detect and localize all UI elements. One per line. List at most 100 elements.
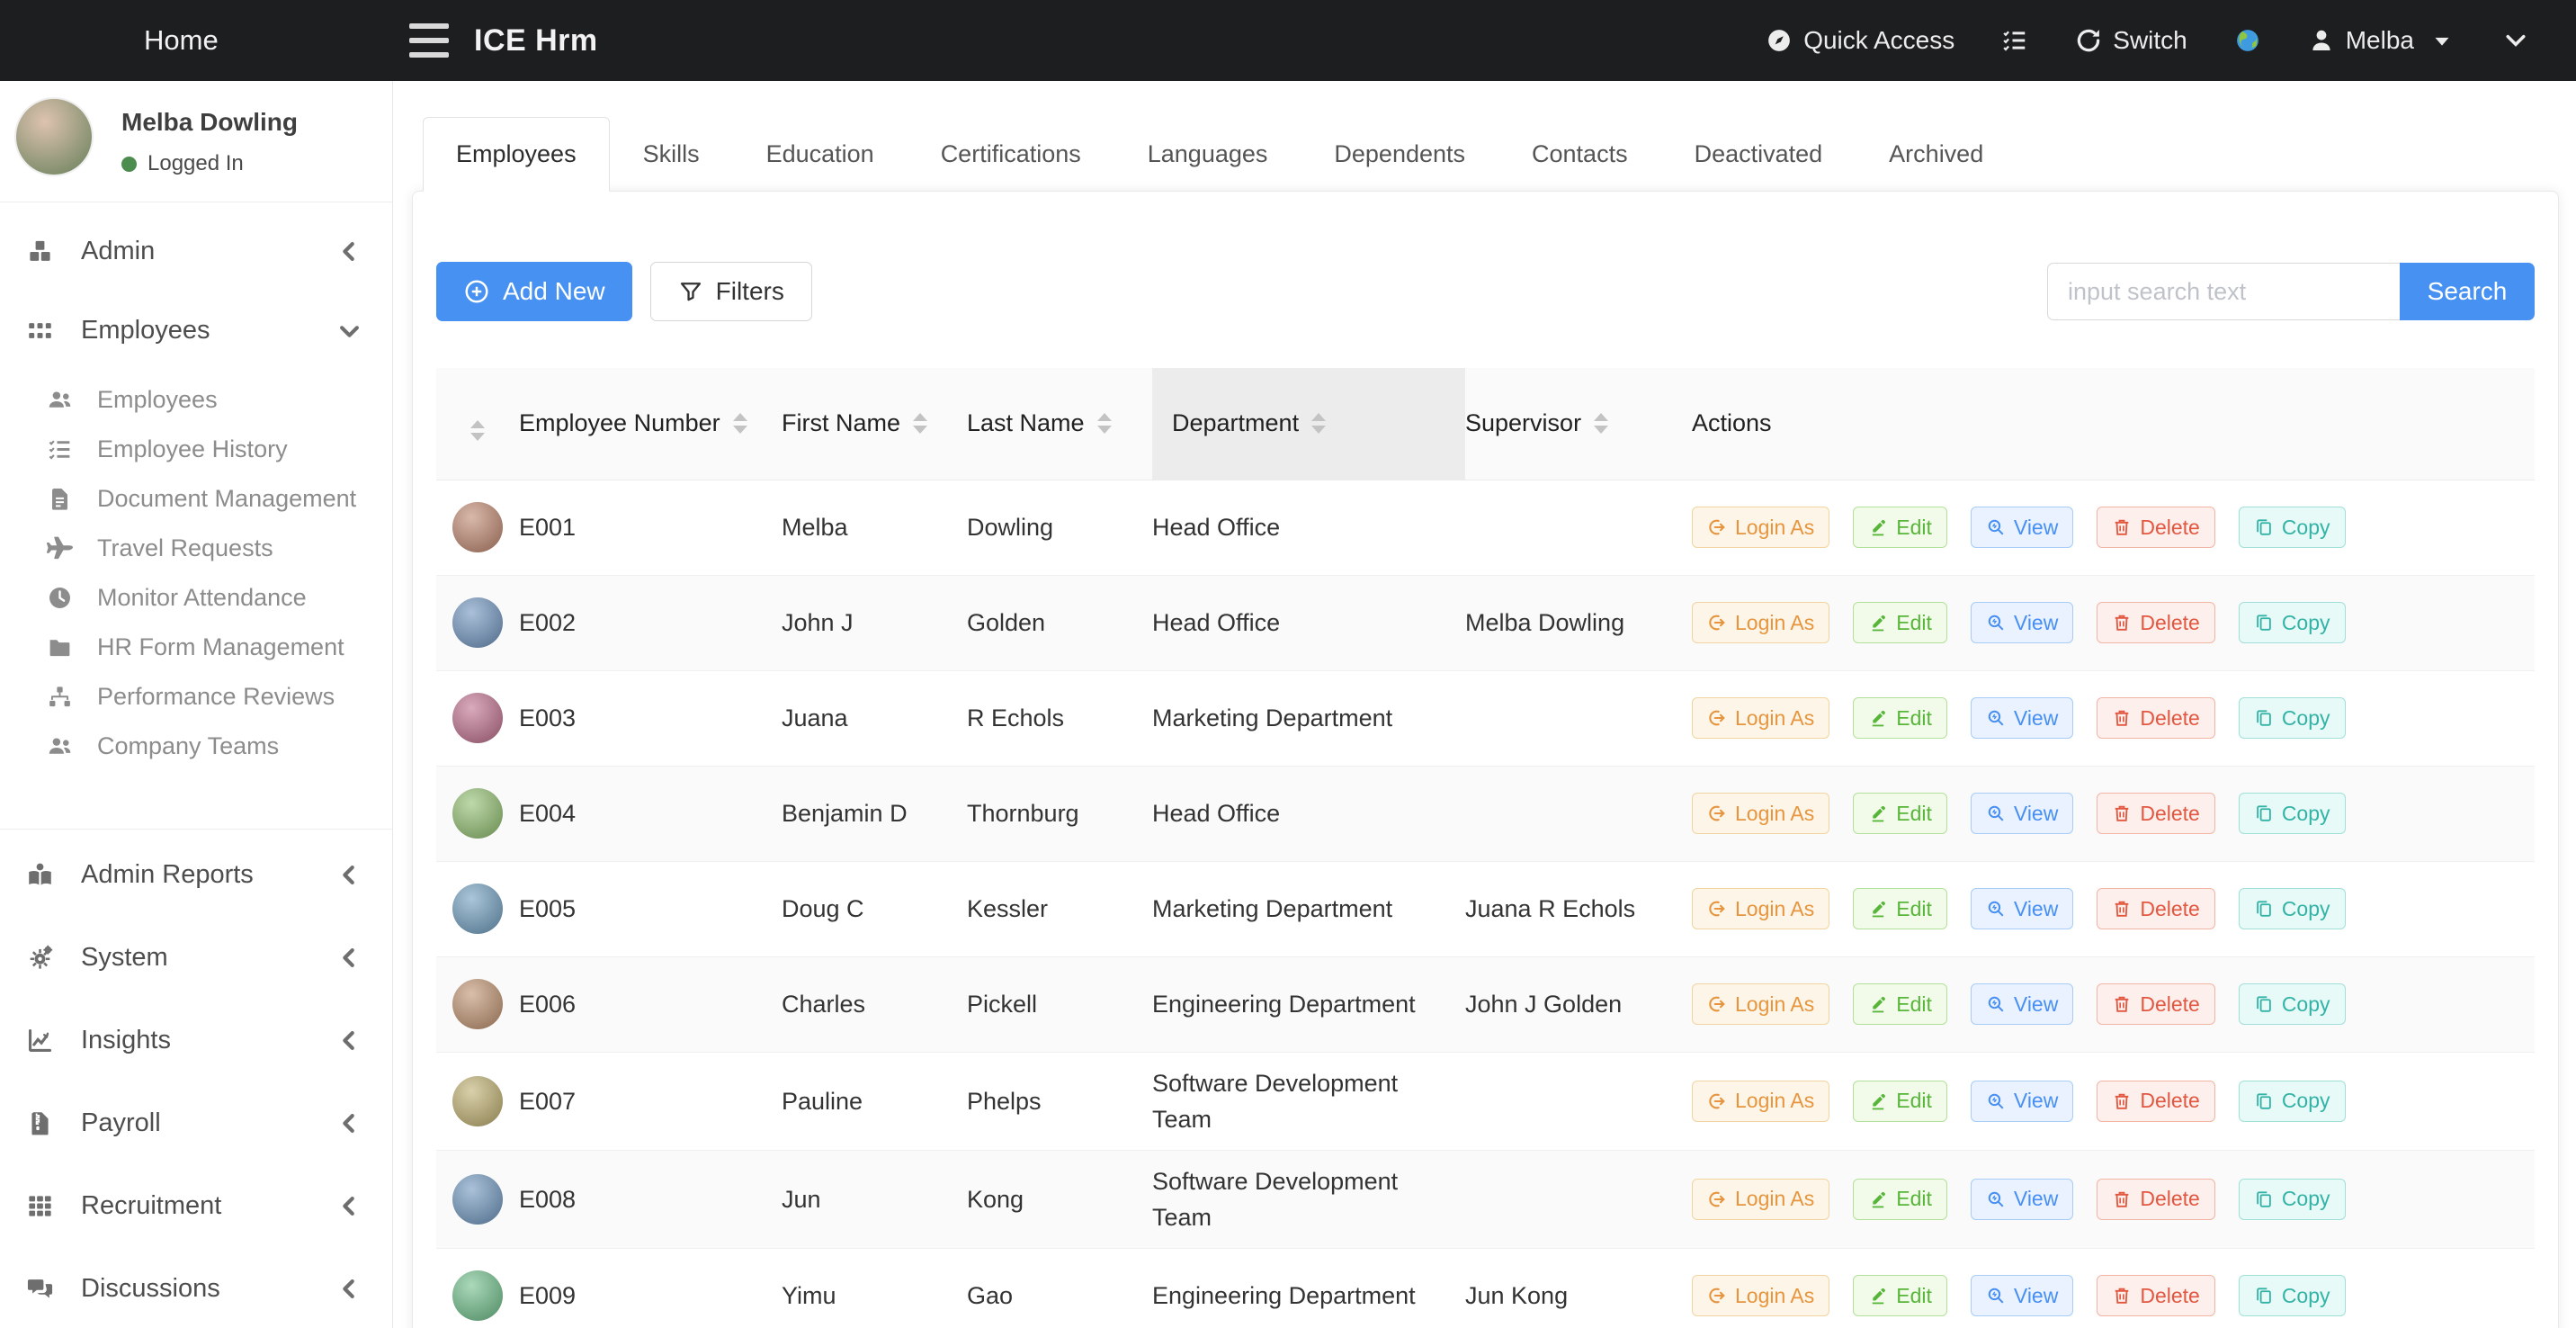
sidebar-subitem-employee-history[interactable]: Employee History — [0, 425, 392, 474]
sidebar-subitem-performance-reviews[interactable]: Performance Reviews — [0, 672, 392, 722]
edit-button[interactable]: Edit — [1853, 1275, 1947, 1316]
delete-button[interactable]: Delete — [2097, 888, 2214, 929]
view-button[interactable]: View — [1971, 983, 2073, 1025]
tab-skills[interactable]: Skills — [610, 117, 733, 192]
edit-button[interactable]: Edit — [1853, 888, 1947, 929]
view-icon — [1986, 899, 2006, 919]
edit-button[interactable]: Edit — [1853, 983, 1947, 1025]
sidebar-item-payroll[interactable]: Payroll — [0, 1081, 392, 1164]
view-button[interactable]: View — [1971, 507, 2073, 548]
login-button[interactable]: Login As — [1692, 507, 1829, 548]
copy-button[interactable]: Copy — [2239, 1179, 2346, 1220]
edit-button[interactable]: Edit — [1853, 697, 1947, 739]
view-button[interactable]: View — [1971, 1275, 2073, 1316]
edit-button[interactable]: Edit — [1853, 1081, 1947, 1122]
column-header-department[interactable]: Department — [1152, 368, 1465, 480]
copy-button[interactable]: Copy — [2239, 507, 2346, 548]
user-menu[interactable]: Melba — [2308, 26, 2455, 55]
actions-cell: Login As Edit View Delete Copy — [1692, 766, 2535, 861]
tab-employees[interactable]: Employees — [423, 117, 610, 192]
delete-button[interactable]: Delete — [2097, 697, 2214, 739]
add-new-button[interactable]: Add New — [436, 262, 632, 321]
copy-button[interactable]: Copy — [2239, 1275, 2346, 1316]
tab-languages[interactable]: Languages — [1114, 117, 1301, 192]
login-button[interactable]: Login As — [1692, 602, 1829, 643]
login-button[interactable]: Login As — [1692, 983, 1829, 1025]
copy-button[interactable]: Copy — [2239, 983, 2346, 1025]
delete-button[interactable]: Delete — [2097, 602, 2214, 643]
delete-button[interactable]: Delete — [2097, 793, 2214, 834]
sidebar-subitem-travel-requests[interactable]: Travel Requests — [0, 524, 392, 573]
tab-certifications[interactable]: Certifications — [908, 117, 1114, 192]
copy-button[interactable]: Copy — [2239, 1081, 2346, 1122]
sidebar-item-recruitment[interactable]: Recruitment — [0, 1164, 392, 1247]
delete-button[interactable]: Delete — [2097, 983, 2214, 1025]
user-menu-label: Melba — [2346, 26, 2414, 55]
view-button[interactable]: View — [1971, 1081, 2073, 1122]
view-button[interactable]: View — [1971, 793, 2073, 834]
action-label: Copy — [2282, 802, 2330, 826]
nav-home-link[interactable]: Home — [144, 0, 219, 81]
tasks-button[interactable] — [2001, 27, 2028, 54]
login-button[interactable]: Login As — [1692, 793, 1829, 834]
sidebar-subitem-monitor-attendance[interactable]: Monitor Attendance — [0, 573, 392, 623]
sidebar-item-employees[interactable]: Employees — [0, 291, 392, 370]
delete-button[interactable]: Delete — [2097, 1081, 2214, 1122]
login-button[interactable]: Login As — [1692, 1081, 1829, 1122]
top-navbar: Home ICE Hrm Quick Access Switch Melba — [0, 0, 2576, 81]
switch-button[interactable]: Switch — [2075, 26, 2187, 55]
view-button[interactable]: View — [1971, 697, 2073, 739]
column-header-last-name[interactable]: Last Name — [967, 368, 1152, 480]
quick-access-button[interactable]: Quick Access — [1766, 26, 1954, 55]
edit-button[interactable]: Edit — [1853, 793, 1947, 834]
department-cell: Engineering Department — [1152, 1248, 1465, 1328]
edit-button[interactable]: Edit — [1853, 507, 1947, 548]
login-icon — [1707, 708, 1727, 728]
view-button[interactable]: View — [1971, 602, 2073, 643]
sidebar-item-system[interactable]: System — [0, 916, 392, 999]
tab-contacts[interactable]: Contacts — [1498, 117, 1661, 192]
tab-education[interactable]: Education — [733, 117, 908, 192]
copy-button[interactable]: Copy — [2239, 697, 2346, 739]
sidebar-subitem-label: Company Teams — [97, 732, 279, 760]
view-button[interactable]: View — [1971, 1179, 2073, 1220]
column-header-avatar[interactable] — [436, 368, 519, 480]
department-cell: Head Office — [1152, 575, 1465, 670]
sidebar-item-discussions[interactable]: Discussions — [0, 1247, 392, 1328]
sidebar-subitem-hr-form-management[interactable]: HR Form Management — [0, 623, 392, 672]
delete-button[interactable]: Delete — [2097, 1179, 2214, 1220]
column-header-supervisor[interactable]: Supervisor — [1465, 368, 1692, 480]
collapse-navbar-chevron[interactable] — [2502, 27, 2529, 54]
login-button[interactable]: Login As — [1692, 697, 1829, 739]
sidebar-subitem-document-management[interactable]: Document Management — [0, 474, 392, 524]
filters-label: Filters — [716, 277, 784, 306]
sidebar-item-insights[interactable]: Insights — [0, 999, 392, 1081]
search-input[interactable] — [2047, 263, 2400, 320]
filters-button[interactable]: Filters — [650, 262, 812, 321]
search-button[interactable]: Search — [2400, 263, 2535, 320]
language-globe-button[interactable] — [2234, 27, 2261, 54]
delete-button[interactable]: Delete — [2097, 507, 2214, 548]
hamburger-menu-icon[interactable] — [409, 23, 449, 58]
login-button[interactable]: Login As — [1692, 1179, 1829, 1220]
delete-button[interactable]: Delete — [2097, 1275, 2214, 1316]
tab-archived[interactable]: Archived — [1856, 117, 2017, 192]
tab-deactivated[interactable]: Deactivated — [1661, 117, 1856, 192]
edit-button[interactable]: Edit — [1853, 1179, 1947, 1220]
view-button[interactable]: View — [1971, 888, 2073, 929]
column-header-employee-number[interactable]: Employee Number — [519, 368, 782, 480]
sidebar-subitem-employees[interactable]: Employees — [0, 375, 392, 425]
copy-button[interactable]: Copy — [2239, 602, 2346, 643]
sidebar-item-admin-reports[interactable]: Admin Reports — [0, 833, 392, 916]
action-label: View — [2014, 992, 2058, 1017]
sidebar-item-label: Payroll — [81, 1108, 333, 1138]
column-header-first-name[interactable]: First Name — [782, 368, 967, 480]
copy-button[interactable]: Copy — [2239, 793, 2346, 834]
tab-dependents[interactable]: Dependents — [1301, 117, 1498, 192]
sidebar-subitem-company-teams[interactable]: Company Teams — [0, 722, 392, 771]
edit-button[interactable]: Edit — [1853, 602, 1947, 643]
sidebar-item-admin[interactable]: Admin — [0, 211, 392, 291]
copy-button[interactable]: Copy — [2239, 888, 2346, 929]
login-button[interactable]: Login As — [1692, 888, 1829, 929]
login-button[interactable]: Login As — [1692, 1275, 1829, 1316]
